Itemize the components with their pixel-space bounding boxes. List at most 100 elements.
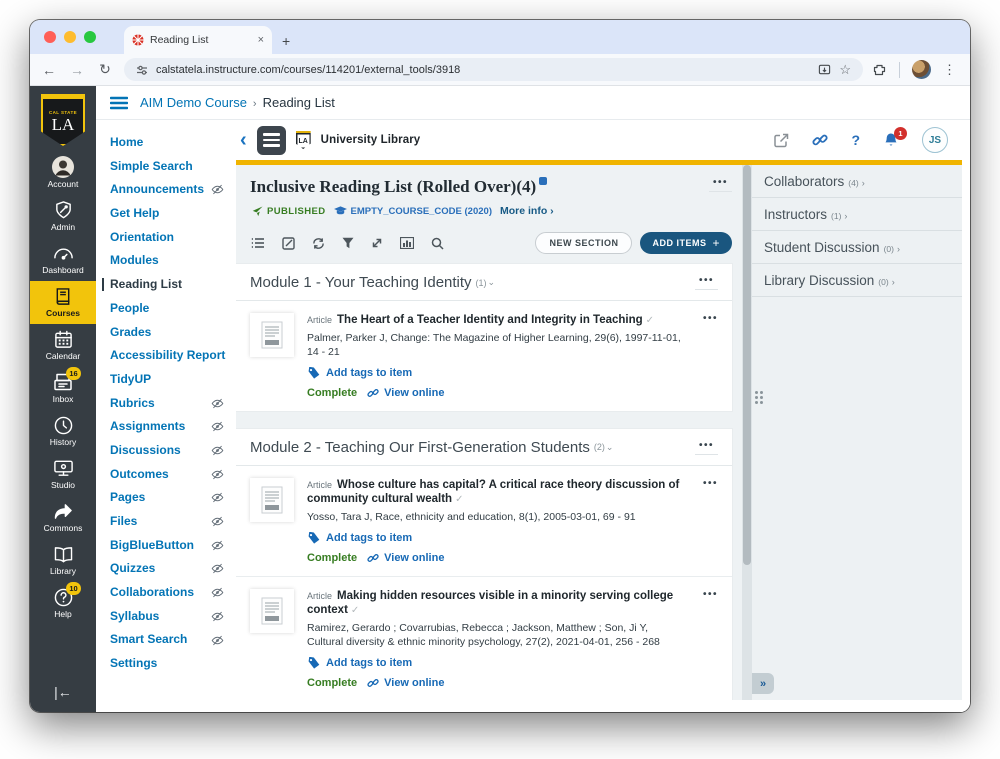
back-icon[interactable]: ← — [40, 62, 58, 78]
view-online-link[interactable]: View online — [367, 387, 444, 399]
extensions-icon[interactable] — [873, 63, 887, 77]
toc-icon[interactable] — [251, 237, 265, 249]
course-code[interactable]: EMPTY_COURSE_CODE (2020) — [333, 206, 492, 217]
sidebar-item-account[interactable]: Account — [30, 152, 96, 195]
course-nav-collaborations[interactable]: Collaborations — [110, 585, 230, 599]
more-info-link[interactable]: More info › — [500, 205, 554, 217]
title-info-icon[interactable] — [539, 177, 548, 185]
course-nav-people[interactable]: People — [110, 301, 230, 315]
item-title[interactable]: Making hidden resources visible in a min… — [307, 590, 673, 616]
course-nav-tidyup[interactable]: TidyUP — [110, 372, 230, 386]
profile-avatar[interactable] — [912, 60, 931, 79]
sidebar-item-history[interactable]: History — [30, 410, 96, 453]
list-options-kebab-icon[interactable]: ••• — [708, 177, 732, 192]
notifications-bell-icon[interactable]: 1 — [883, 127, 907, 148]
scrollbar-thumb[interactable] — [743, 165, 751, 565]
panel-section-instructors[interactable]: Instructors (1) › — [752, 198, 962, 231]
sidebar-item-admin[interactable]: Admin — [30, 195, 96, 238]
module-header[interactable]: Module 2 - Teaching Our First-Generation… — [236, 429, 732, 466]
forward-icon[interactable]: → — [68, 62, 86, 78]
course-nav-assignments[interactable]: Assignments — [110, 420, 230, 433]
zoom-window-button[interactable] — [84, 31, 96, 43]
course-nav-quizzes[interactable]: Quizzes — [110, 562, 230, 575]
browser-tab[interactable]: Reading List × — [124, 26, 272, 54]
citation-item[interactable]: Article Whose culture has capital? A crit… — [236, 466, 732, 576]
sidebar-item-library[interactable]: Library — [30, 539, 96, 582]
course-nav-grades[interactable]: Grades — [110, 325, 230, 339]
course-nav-rubrics[interactable]: Rubrics — [110, 396, 230, 410]
minimize-window-button[interactable] — [64, 31, 76, 43]
add-tags-link[interactable]: Add tags to item — [307, 531, 695, 544]
address-bar[interactable]: calstatela.instructure.com/courses/11420… — [124, 58, 863, 81]
sync-icon[interactable] — [312, 237, 325, 250]
view-online-link[interactable]: View online — [367, 552, 444, 564]
course-nav-settings[interactable]: Settings — [110, 656, 230, 670]
url-text[interactable]: calstatela.instructure.com/courses/11420… — [156, 64, 810, 76]
analytics-chart-icon[interactable] — [400, 237, 414, 249]
course-nav-bigbluebutton[interactable]: BigBlueButton — [110, 538, 230, 552]
panel-resize-handle[interactable] — [755, 391, 763, 404]
external-link-icon[interactable] — [774, 133, 789, 148]
citation-item[interactable]: Article Making hidden resources visible i… — [236, 575, 732, 700]
new-tab-button[interactable]: + — [282, 33, 290, 49]
breadcrumb-course-link[interactable]: AIM Demo Course — [140, 95, 247, 110]
course-nav-orientation[interactable]: Orientation — [110, 230, 230, 244]
content-scrollbar[interactable] — [742, 165, 752, 700]
module-options-kebab-icon[interactable]: ••• — [694, 440, 718, 455]
course-nav-home[interactable]: Home — [110, 135, 230, 149]
collapse-panel-button[interactable]: » — [752, 673, 774, 694]
course-nav-syllabus[interactable]: Syllabus — [110, 609, 230, 623]
sidebar-item-inbox[interactable]: Inbox 16 — [30, 367, 96, 410]
close-window-button[interactable] — [44, 31, 56, 43]
help-icon[interactable]: ? — [851, 132, 860, 148]
filter-icon[interactable] — [342, 237, 354, 249]
calstatela-logo[interactable]: CAL STATE LA — [41, 94, 85, 146]
tab-close-icon[interactable]: × — [258, 34, 264, 46]
sidebar-item-calendar[interactable]: Calendar — [30, 324, 96, 367]
sidebar-item-commons[interactable]: Commons — [30, 496, 96, 539]
sidebar-item-courses[interactable]: Courses — [30, 281, 96, 324]
course-nav-announcements[interactable]: Announcements — [110, 183, 230, 196]
course-nav-files[interactable]: Files — [110, 514, 230, 528]
course-nav-outcomes[interactable]: Outcomes — [110, 467, 230, 481]
course-nav-simple-search[interactable]: Simple Search — [110, 159, 230, 173]
item-options-kebab-icon[interactable]: ••• — [703, 589, 718, 689]
collapse-sections-icon[interactable] — [371, 237, 383, 249]
item-options-kebab-icon[interactable]: ••• — [703, 478, 718, 564]
add-tags-link[interactable]: Add tags to item — [307, 657, 695, 669]
sidebar-item-help[interactable]: Help 10 — [30, 582, 96, 625]
course-nav-get-help[interactable]: Get Help — [110, 206, 230, 220]
course-nav-smart-search[interactable]: Smart Search — [110, 633, 230, 646]
sidebar-item-studio[interactable]: Studio — [30, 453, 96, 496]
item-options-kebab-icon[interactable]: ••• — [703, 313, 718, 399]
panel-section-library-discussion[interactable]: Library Discussion (0) › — [752, 264, 962, 297]
chrome-menu-icon[interactable]: ⋮ — [943, 62, 956, 78]
add-tags-link[interactable]: Add tags to item — [307, 366, 695, 379]
course-menu-icon[interactable] — [110, 96, 128, 110]
panel-section-student-discussion[interactable]: Student Discussion (0) › — [752, 231, 962, 264]
view-online-link[interactable]: View online — [367, 677, 444, 689]
citation-item[interactable]: Article The Heart of a Teacher Identity a… — [236, 301, 732, 411]
list-menu-icon[interactable] — [256, 125, 286, 155]
course-nav-pages[interactable]: Pages — [110, 491, 230, 504]
add-items-button[interactable]: ADD ITEMS + — [640, 232, 732, 254]
search-icon[interactable] — [431, 237, 444, 250]
module-options-kebab-icon[interactable]: ••• — [694, 275, 718, 290]
new-section-button[interactable]: NEW SECTION — [535, 232, 633, 254]
user-avatar[interactable]: JS — [922, 127, 948, 153]
course-nav-discussions[interactable]: Discussions — [110, 443, 230, 457]
edit-icon[interactable] — [282, 236, 295, 250]
module-header[interactable]: Module 1 - Your Teaching Identity (1) ⌄ … — [236, 264, 732, 301]
item-title[interactable]: The Heart of a Teacher Identity and Inte… — [337, 314, 643, 326]
save-to-device-icon[interactable] — [818, 63, 831, 76]
collapse-global-nav-icon[interactable]: |← — [54, 684, 72, 700]
item-title[interactable]: Whose culture has capital? A critical ra… — [307, 479, 679, 505]
course-nav-accessibility-report[interactable]: Accessibility Report — [110, 348, 230, 362]
course-nav-reading-list[interactable]: Reading List — [102, 277, 230, 292]
sidebar-item-dashboard[interactable]: Dashboard — [30, 238, 96, 281]
panel-section-collaborators[interactable]: Collaborators (4) › — [752, 165, 962, 198]
back-chevron-icon[interactable]: ‹ — [240, 130, 247, 150]
course-nav-modules[interactable]: Modules — [110, 254, 230, 267]
site-info-icon[interactable] — [136, 64, 148, 76]
reload-icon[interactable]: ↻ — [96, 61, 114, 78]
